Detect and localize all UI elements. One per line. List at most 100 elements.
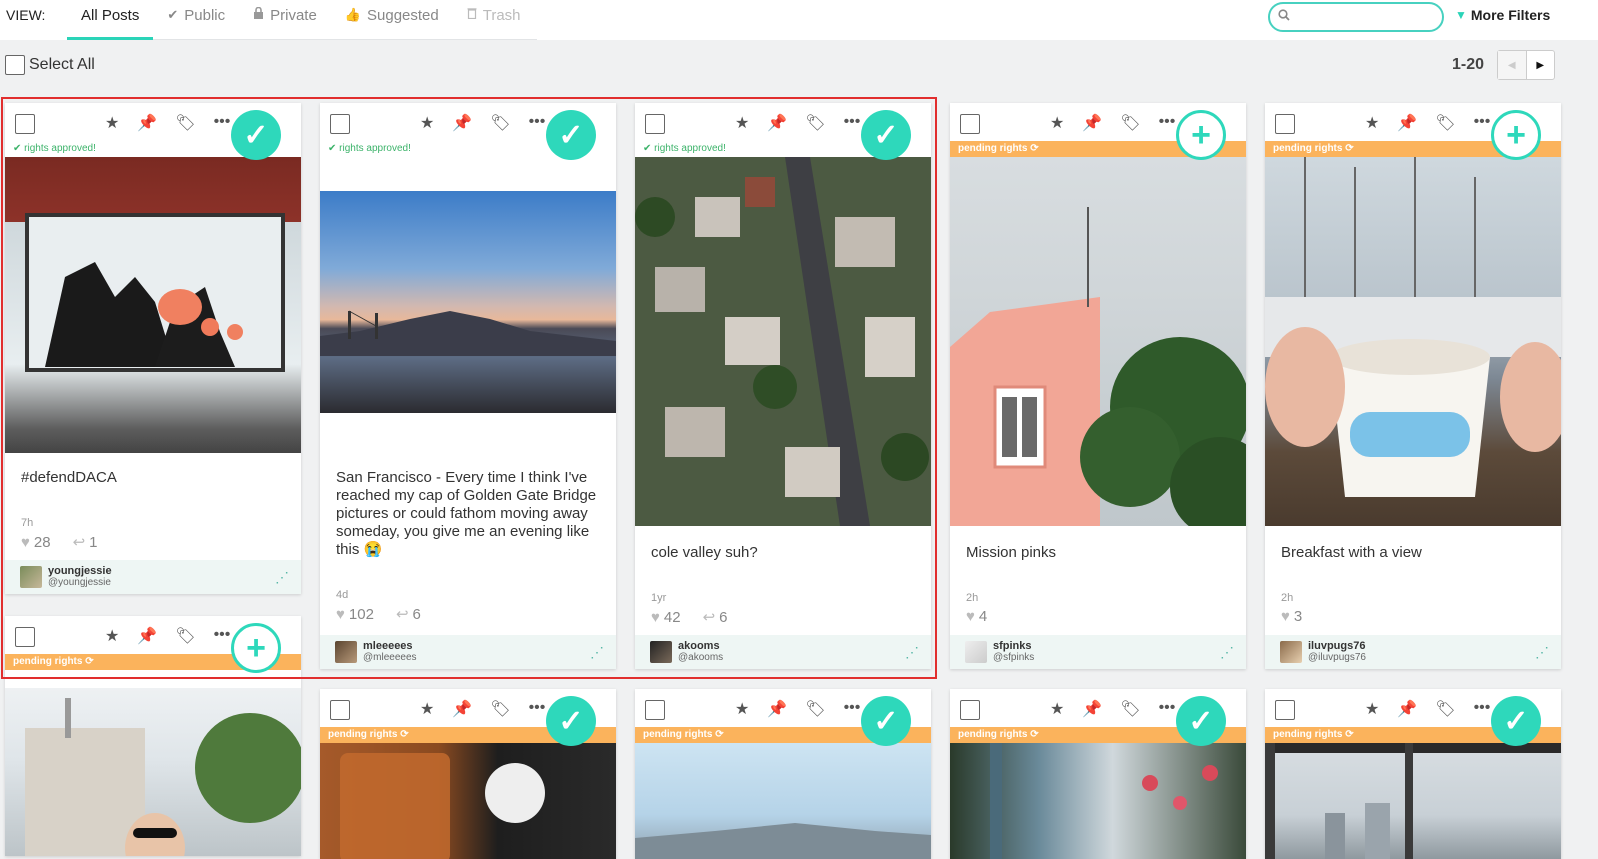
star-icon[interactable]: ★ <box>735 113 749 133</box>
share-icon[interactable]: ⋰ <box>905 644 919 661</box>
more-options-icon[interactable]: ••• <box>529 699 546 719</box>
tab-suggested[interactable]: 👍 Suggested <box>331 0 453 40</box>
post-image[interactable] <box>320 191 616 413</box>
pin-icon[interactable]: 📌 <box>137 626 157 646</box>
approved-check-button[interactable]: ✓ <box>1491 696 1541 746</box>
star-icon[interactable]: ★ <box>1365 699 1379 719</box>
post-image[interactable] <box>320 743 616 859</box>
tag-icon[interactable]: 🏷 <box>805 113 825 133</box>
tab-public[interactable]: ✔ Public <box>153 0 239 40</box>
select-all[interactable]: Select All <box>5 55 95 75</box>
share-icon[interactable]: ⋰ <box>1220 644 1234 661</box>
post-card[interactable]: ★ 📌 🏷 ••• ✓ pending rights ⟳ <box>950 689 1246 859</box>
post-author[interactable]: sfpinks @sfpinks ⋰ <box>950 635 1246 669</box>
more-options-icon[interactable]: ••• <box>1474 699 1491 719</box>
post-author[interactable]: mleeeees @mleeeees ⋰ <box>320 635 616 669</box>
search-input[interactable] <box>1294 9 1434 25</box>
post-checkbox[interactable] <box>960 114 980 134</box>
post-checkbox[interactable] <box>15 114 35 134</box>
post-image[interactable] <box>1265 743 1561 859</box>
post-author[interactable]: iluvpugs76 @iluvpugs76 ⋰ <box>1265 635 1561 669</box>
approved-check-button[interactable]: ✓ <box>546 696 596 746</box>
approved-check-button[interactable]: ✓ <box>861 696 911 746</box>
post-image[interactable] <box>635 157 931 526</box>
pin-icon[interactable]: 📌 <box>1082 113 1102 133</box>
post-author[interactable]: youngjessie @youngjessie ⋰ <box>5 560 301 594</box>
pin-icon[interactable]: 📌 <box>767 699 787 719</box>
tag-icon[interactable]: 🏷 <box>1435 113 1455 133</box>
share-icon[interactable]: ⋰ <box>1535 644 1549 661</box>
tag-icon[interactable]: 🏷 <box>175 626 195 646</box>
post-image[interactable] <box>5 688 301 856</box>
post-checkbox[interactable] <box>1275 114 1295 134</box>
star-icon[interactable]: ★ <box>1050 113 1064 133</box>
post-image[interactable] <box>950 157 1246 526</box>
more-options-icon[interactable]: ••• <box>214 626 231 646</box>
more-options-icon[interactable]: ••• <box>1474 113 1491 133</box>
pin-icon[interactable]: 📌 <box>1082 699 1102 719</box>
more-filters-button[interactable]: ▼ More Filters <box>1455 7 1550 23</box>
more-options-icon[interactable]: ••• <box>844 699 861 719</box>
post-card[interactable]: ★ 📌 🏷 ••• ✓ pending rights ⟳ <box>635 689 931 859</box>
more-options-icon[interactable]: ••• <box>529 113 546 133</box>
approved-check-button[interactable]: ✓ <box>1176 696 1226 746</box>
tag-icon[interactable]: 🏷 <box>1120 699 1140 719</box>
tag-icon[interactable]: 🏷 <box>175 113 195 133</box>
share-icon[interactable]: ⋰ <box>590 644 604 661</box>
tab-trash[interactable]: Trash <box>453 0 535 40</box>
star-icon[interactable]: ★ <box>420 113 434 133</box>
approved-check-button[interactable]: ✓ <box>861 110 911 160</box>
post-card[interactable]: ★ 📌 🏷 ••• ✓ pending rights ⟳ <box>1265 689 1561 859</box>
post-card[interactable]: ★ 📌 🏷 ••• + pending rights ⟳ <box>5 616 301 856</box>
star-icon[interactable]: ★ <box>1365 113 1379 133</box>
star-icon[interactable]: ★ <box>1050 699 1064 719</box>
post-checkbox[interactable] <box>15 627 35 647</box>
pin-icon[interactable]: 📌 <box>1397 113 1417 133</box>
select-all-checkbox[interactable] <box>5 55 25 75</box>
tag-icon[interactable]: 🏷 <box>490 699 510 719</box>
tag-icon[interactable]: 🏷 <box>490 113 510 133</box>
post-checkbox[interactable] <box>645 700 665 720</box>
pin-icon[interactable]: 📌 <box>1397 699 1417 719</box>
post-author[interactable]: akooms @akooms ⋰ <box>635 635 931 669</box>
post-card[interactable]: ★ 📌 🏷 ••• ✓ ✔ rights approved! San Franc… <box>320 103 616 669</box>
approved-check-button[interactable]: ✓ <box>231 110 281 160</box>
post-image[interactable] <box>5 157 301 453</box>
post-checkbox[interactable] <box>645 114 665 134</box>
post-card[interactable]: ★ 📌 🏷 ••• + pending rights ⟳ Breakfast w… <box>1265 103 1561 669</box>
post-checkbox[interactable] <box>330 700 350 720</box>
pin-icon[interactable]: 📌 <box>767 113 787 133</box>
approve-plus-button[interactable]: + <box>231 623 281 673</box>
approved-check-button[interactable]: ✓ <box>546 110 596 160</box>
pin-icon[interactable]: 📌 <box>137 113 157 133</box>
more-options-icon[interactable]: ••• <box>1159 113 1176 133</box>
post-card[interactable]: ★ 📌 🏷 ••• + pending rights ⟳ Mission pin… <box>950 103 1246 669</box>
approve-plus-button[interactable]: + <box>1176 110 1226 160</box>
share-icon[interactable]: ⋰ <box>275 569 289 586</box>
star-icon[interactable]: ★ <box>735 699 749 719</box>
post-checkbox[interactable] <box>330 114 350 134</box>
star-icon[interactable]: ★ <box>105 626 119 646</box>
more-options-icon[interactable]: ••• <box>214 113 231 133</box>
tab-private[interactable]: Private <box>239 0 331 40</box>
post-image[interactable] <box>950 743 1246 859</box>
next-page-button[interactable]: ▶ <box>1527 51 1555 79</box>
post-image[interactable] <box>635 743 931 859</box>
more-options-icon[interactable]: ••• <box>1159 699 1176 719</box>
post-checkbox[interactable] <box>1275 700 1295 720</box>
post-card[interactable]: ★ 📌 🏷 ••• ✓ ✔ rights approved! cole vall… <box>635 103 931 669</box>
post-card[interactable]: ★ 📌 🏷 ••• ✓ ✔ rights approved! #defendDA… <box>5 103 301 594</box>
tag-icon[interactable]: 🏷 <box>805 699 825 719</box>
tab-all-posts[interactable]: All Posts <box>67 0 154 40</box>
star-icon[interactable]: ★ <box>420 699 434 719</box>
star-icon[interactable]: ★ <box>105 113 119 133</box>
pin-icon[interactable]: 📌 <box>452 699 472 719</box>
approve-plus-button[interactable]: + <box>1491 110 1541 160</box>
prev-page-button[interactable]: ◀ <box>1498 51 1527 79</box>
pin-icon[interactable]: 📌 <box>452 113 472 133</box>
tag-icon[interactable]: 🏷 <box>1120 113 1140 133</box>
tag-icon[interactable]: 🏷 <box>1435 699 1455 719</box>
post-card[interactable]: ★ 📌 🏷 ••• ✓ pending rights ⟳ <box>320 689 616 859</box>
post-checkbox[interactable] <box>960 700 980 720</box>
post-image[interactable] <box>1265 157 1561 526</box>
